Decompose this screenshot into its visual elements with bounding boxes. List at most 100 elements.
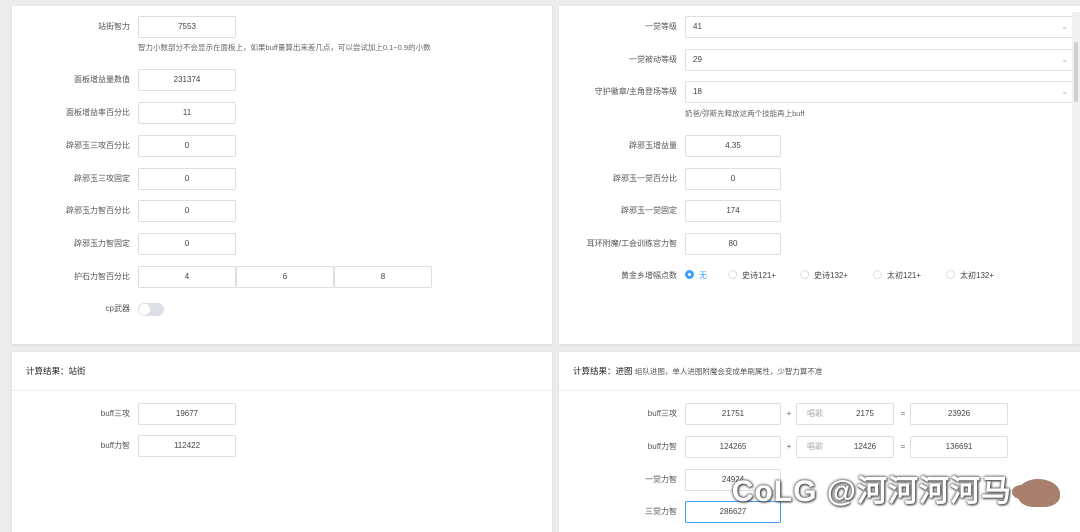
select-yijue-bd-value: 29	[693, 55, 702, 64]
label-yijue-bd: 一觉被动等级	[629, 55, 677, 64]
radio-label: 史诗121+	[742, 271, 777, 280]
equals-sign: =	[900, 442, 906, 451]
output-jintu-lizhi-song[interactable]: 唱歌 12426	[796, 436, 894, 458]
radio-dot-icon	[873, 270, 882, 280]
song-prefix: 唱歌	[807, 442, 823, 451]
row-bxy-yijue-gd: 辟邪玉一觉固定 174	[559, 200, 1080, 222]
label-jintu-sangong: buff三攻	[647, 409, 677, 418]
output-jintu-sangong-total[interactable]: 23926	[910, 403, 1008, 425]
chevron-down-icon: ⌄	[1061, 87, 1068, 96]
radio-dot-icon	[800, 270, 809, 280]
card-skill-params: 一觉等级 41 ⌄ 一觉被动等级 29 ⌄ 守护徽章/主角登场等级 18 ⌄ 奶…	[559, 6, 1080, 344]
row-huangjin: 黄金乡增幅点数 无 史诗121+ 史诗132+ 太初121+ 太初132+	[559, 265, 1080, 287]
input-sangong-gd[interactable]: 0	[138, 168, 236, 190]
label-bxy-yijue-gd: 辟邪玉一觉固定	[621, 206, 677, 215]
row-cp: cp武器	[12, 298, 552, 320]
input-mianban-shuzhi[interactable]: 231374	[138, 69, 236, 91]
input-bxy-yijue-bfb[interactable]: 0	[685, 168, 781, 190]
input-bxy-zengyi[interactable]: 4.35	[685, 135, 781, 157]
input-sangong-bfb[interactable]: 0	[138, 135, 236, 157]
select-shouhu[interactable]: 18 ⌄	[685, 81, 1077, 103]
radio-huangjin-taichu132[interactable]: 太初132+	[946, 265, 994, 287]
input-hushi-3[interactable]: 8	[334, 266, 432, 288]
row-bxy-yijue-bfb: 辟邪玉一觉百分比 0	[559, 168, 1080, 190]
label-mianban-shuzhi: 面板增益量数值	[74, 75, 130, 84]
zhili-hint: 智力小数部分不会显示在面板上，如果buff量算出来差几点，可以尝试加上0.1~0…	[138, 43, 431, 52]
label-huangjin: 黄金乡增幅点数	[621, 271, 677, 280]
card-base-params: 站街智力 7553 智力小数部分不会显示在面板上，如果buff量算出来差几点，可…	[12, 6, 552, 344]
cp-toggle[interactable]	[138, 303, 164, 316]
label-hushi: 护石力智百分比	[74, 272, 130, 281]
result-jintu-subtitle: 组队进图，单人进图附魔会变成单刷属性，少智力算不准	[634, 367, 823, 376]
row-zhanjie-zhili: 站街智力 7553	[12, 16, 552, 38]
output-jintu-sangong-song[interactable]: 唱歌 2175	[796, 403, 894, 425]
label-shouhu: 守护徽章/主角登场等级	[594, 87, 677, 96]
output-jintu-lizhi-total[interactable]: 136691	[910, 436, 1008, 458]
row-mianban-bfb: 面板增益率百分比 11	[12, 102, 552, 124]
row-lizhi-gd: 辟邪玉力智固定 0	[12, 233, 552, 255]
label-sangong-bfb: 辟邪玉三攻百分比	[66, 141, 130, 150]
output-jintu-sangong-base[interactable]: 21751	[685, 403, 781, 425]
row-jintu-lizhi: buff力智 124265 + 唱歌 12426 = 136691	[559, 436, 1080, 458]
output-jintu-lizhi-base[interactable]: 124265	[685, 436, 781, 458]
input-lizhi-bfb[interactable]: 0	[138, 200, 236, 222]
input-hushi-2[interactable]: 6	[236, 266, 334, 288]
row-shouhu: 守护徽章/主角登场等级 18 ⌄	[559, 81, 1080, 103]
output-result-sangong[interactable]: 19677	[138, 403, 236, 425]
row-yijue-bd: 一觉被动等级 29 ⌄	[559, 49, 1080, 71]
radio-dot-icon	[946, 270, 955, 280]
select-yijue-dj-value: 41	[693, 22, 702, 31]
row-erhuan: 耳环附魔/工会训练官力智 80	[559, 233, 1080, 255]
select-shouhu-value: 18	[693, 87, 702, 96]
row-hushi: 护石力智百分比 4 6 8	[12, 266, 552, 288]
equals-sign: =	[900, 409, 906, 418]
label-zhanjie-zhili: 站街智力	[98, 22, 130, 31]
label-erhuan: 耳环附魔/工会训练官力智	[586, 239, 677, 248]
radio-huangjin-taichu121[interactable]: 太初121+	[873, 265, 921, 287]
label-lizhi-bfb: 辟邪玉力智百分比	[66, 206, 130, 215]
input-bxy-yijue-gd[interactable]: 174	[685, 200, 781, 222]
input-mianban-bfb[interactable]: 11	[138, 102, 236, 124]
label-bxy-zengyi: 辟邪玉增益量	[629, 141, 677, 150]
shouhu-hint: 奶爸/弥斯先释放这两个技能再上buff	[685, 109, 805, 118]
row-result-lizhi: buff力智 112422	[12, 435, 552, 457]
label-bxy-yijue-bfb: 辟邪玉一觉百分比	[613, 174, 677, 183]
input-hushi-1[interactable]: 4	[138, 266, 236, 288]
label-yijue-dj: 一觉等级	[645, 22, 677, 31]
label-result-sangong: buff三攻	[100, 409, 130, 418]
song-prefix: 唱歌	[807, 409, 823, 418]
select-yijue-bd[interactable]: 29 ⌄	[685, 49, 1077, 71]
row-lizhi-bfb: 辟邪玉力智百分比 0	[12, 200, 552, 222]
plus-sign: +	[786, 442, 792, 451]
input-erhuan[interactable]: 80	[685, 233, 781, 255]
row-sangong-bfb: 辟邪玉三攻百分比 0	[12, 135, 552, 157]
label-jintu-lizhi: buff力智	[647, 442, 677, 451]
label-cp: cp武器	[105, 304, 130, 313]
radio-huangjin-none[interactable]: 无	[685, 265, 707, 287]
output-result-lizhi[interactable]: 112422	[138, 435, 236, 457]
radio-label: 史诗132+	[814, 271, 849, 280]
radio-dot-icon	[728, 270, 737, 280]
radio-huangjin-epic121[interactable]: 史诗121+	[728, 265, 776, 287]
select-yijue-dj[interactable]: 41 ⌄	[685, 16, 1077, 38]
input-lizhi-gd[interactable]: 0	[138, 233, 236, 255]
input-zhanjie-zhili[interactable]: 7553	[138, 16, 236, 38]
radio-dot-icon	[685, 270, 694, 280]
label-lizhi-gd: 辟邪玉力智固定	[74, 239, 130, 248]
result-jintu-header: 计算结果：进图 组队进图，单人进图附魔会变成单刷属性，少智力算不准	[559, 352, 1080, 391]
chevron-down-icon: ⌄	[1061, 22, 1068, 31]
toggle-knob	[139, 304, 150, 315]
row-yijue-dj: 一觉等级 41 ⌄	[559, 16, 1080, 38]
radio-label: 太初121+	[887, 271, 922, 280]
row-mianban-shuzhi: 面板增益量数值 231374	[12, 69, 552, 91]
card-result-zhanjie: 计算结果：站街 buff三攻 19677 buff力智 112422	[12, 352, 552, 532]
radio-huangjin-epic132[interactable]: 史诗132+	[800, 265, 848, 287]
scrollbar-thumb[interactable]	[1074, 42, 1078, 102]
row-result-sangong: buff三攻 19677	[12, 403, 552, 425]
scrollbar[interactable]	[1072, 12, 1080, 344]
result-jintu-title: 计算结果：进图	[573, 366, 633, 376]
label-mianban-bfb: 面板增益率百分比	[66, 108, 130, 117]
watermark-text: CoLG @河河河河马	[731, 475, 1012, 508]
row-sangong-gd: 辟邪玉三攻固定 0	[12, 168, 552, 190]
hippo-icon	[1012, 479, 1060, 508]
